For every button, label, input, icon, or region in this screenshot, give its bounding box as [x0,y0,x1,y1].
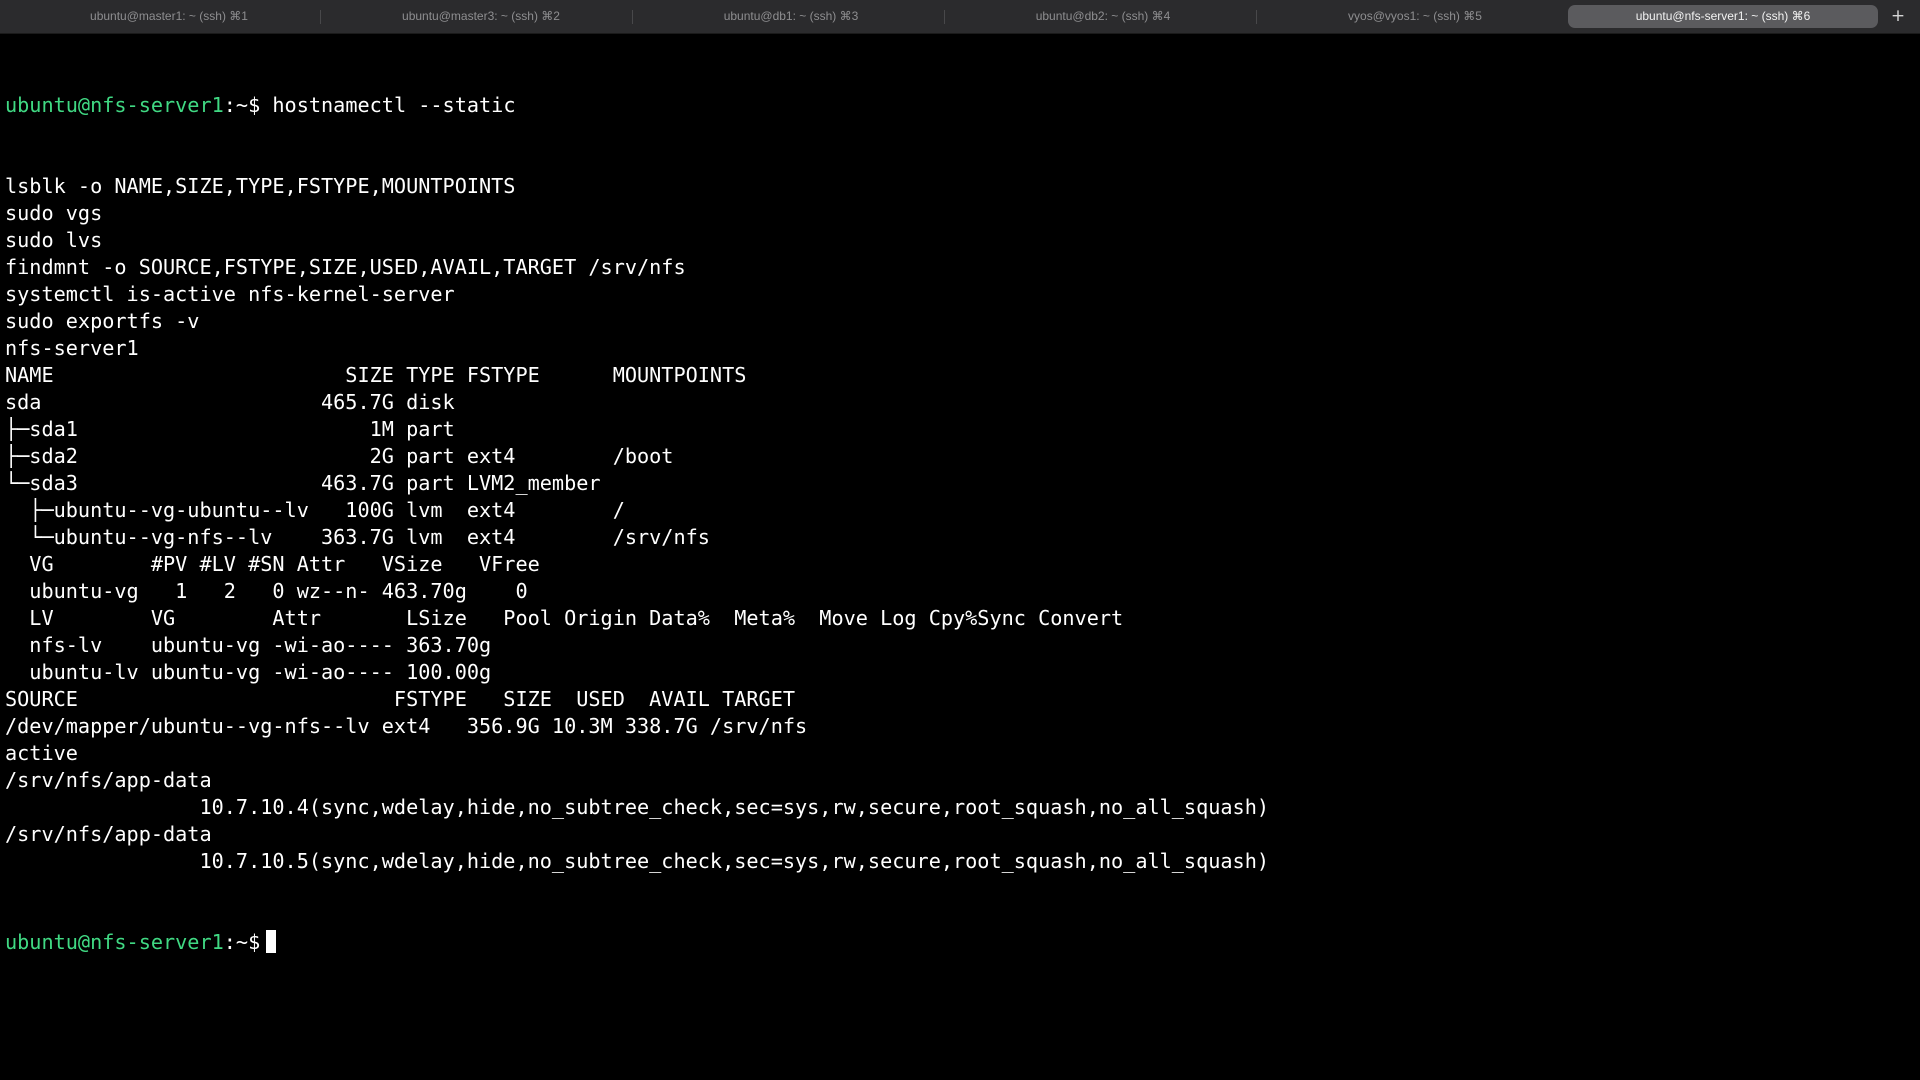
output-line: active [5,741,78,765]
tab-ubuntu-db1[interactable]: ubuntu@db1: ~ (ssh) ⌘3 [634,5,948,28]
prompt-user-host: ubuntu@nfs-server1 [5,93,224,117]
output-line: VG #PV #LV #SN Attr VSize VFree [5,552,540,576]
output-line: LV VG Attr LSize Pool Origin Data% Meta%… [5,606,1124,630]
command-line: ubuntu@nfs-server1:~$ hostnamectl --stat… [5,92,1915,119]
tab-ubuntu-master1[interactable]: ubuntu@master1: ~ (ssh) ⌘1 [10,5,328,28]
output-line: systemctl is-active nfs-kernel-server [5,282,455,306]
tab-ubuntu-master3[interactable]: ubuntu@master3: ~ (ssh) ⌘2 [322,5,640,28]
prompt-path: :~$ [223,93,261,117]
output-line: findmnt -o SOURCE,FSTYPE,SIZE,USED,AVAIL… [5,255,686,279]
output-line: sudo lvs [5,228,103,252]
output-line: lsblk -o NAME,SIZE,TYPE,FSTYPE,MOUNTPOIN… [5,174,516,198]
command-text: hostnamectl --static [260,93,516,117]
output-line: /dev/mapper/ubuntu--vg-nfs--lv ext4 356.… [5,714,808,738]
tab-ubuntu-nfs-server1[interactable]: ubuntu@nfs-server1: ~ (ssh) ⌘6 [1568,5,1878,28]
active-prompt-line[interactable]: ubuntu@nfs-server1:~$ [5,929,1915,956]
output-line: └─ubuntu--vg-nfs--lv 363.7G lvm ext4 /sr… [5,525,710,549]
output-line: ubuntu-vg 1 2 0 wz--n- 463.70g 0 [5,579,528,603]
output-line: sudo vgs [5,201,103,225]
tab-ubuntu-db2[interactable]: ubuntu@db2: ~ (ssh) ⌘4 [946,5,1260,28]
output-line: SOURCE FSTYPE SIZE USED AVAIL TARGET [5,687,796,711]
output-block: lsblk -o NAME,SIZE,TYPE,FSTYPE,MOUNTPOIN… [5,173,1915,875]
tab-bar: ubuntu@master1: ~ (ssh) ⌘1 ubuntu@master… [0,0,1920,34]
output-line: 10.7.10.5(sync,wdelay,hide,no_subtree_ch… [5,849,1270,873]
tab-divider [320,10,321,24]
prompt-user-host: ubuntu@nfs-server1 [5,930,224,954]
tab-divider [632,10,633,24]
output-line: nfs-server1 [5,336,139,360]
output-line: ubuntu-lv ubuntu-vg -wi-ao---- 100.00g [5,660,492,684]
output-line: nfs-lv ubuntu-vg -wi-ao---- 363.70g [5,633,492,657]
output-line: 10.7.10.4(sync,wdelay,hide,no_subtree_ch… [5,795,1270,819]
output-line: └─sda3 463.7G part LVM2_member [5,471,601,495]
terminal-output[interactable]: ubuntu@nfs-server1:~$ hostnamectl --stat… [5,38,1915,1074]
output-line: /srv/nfs/app-data [5,822,212,846]
text-cursor [266,930,277,953]
tab-vyos-vyos1[interactable]: vyos@vyos1: ~ (ssh) ⌘5 [1258,5,1572,28]
output-line: ├─sda1 1M part [5,417,455,441]
output-line: /srv/nfs/app-data [5,768,212,792]
terminal-window: ubuntu@master1: ~ (ssh) ⌘1 ubuntu@master… [0,0,1920,1080]
tab-divider [944,10,945,24]
tab-divider [1256,10,1257,24]
prompt-path: :~$ [223,930,261,954]
new-tab-button[interactable]: + [1884,5,1912,28]
output-line: NAME SIZE TYPE FSTYPE MOUNTPOINTS [5,363,747,387]
output-line: sudo exportfs -v [5,309,200,333]
output-line: sda 465.7G disk [5,390,455,414]
output-line: ├─sda2 2G part ext4 /boot [5,444,674,468]
output-line: ├─ubuntu--vg-ubuntu--lv 100G lvm ext4 / [5,498,625,522]
